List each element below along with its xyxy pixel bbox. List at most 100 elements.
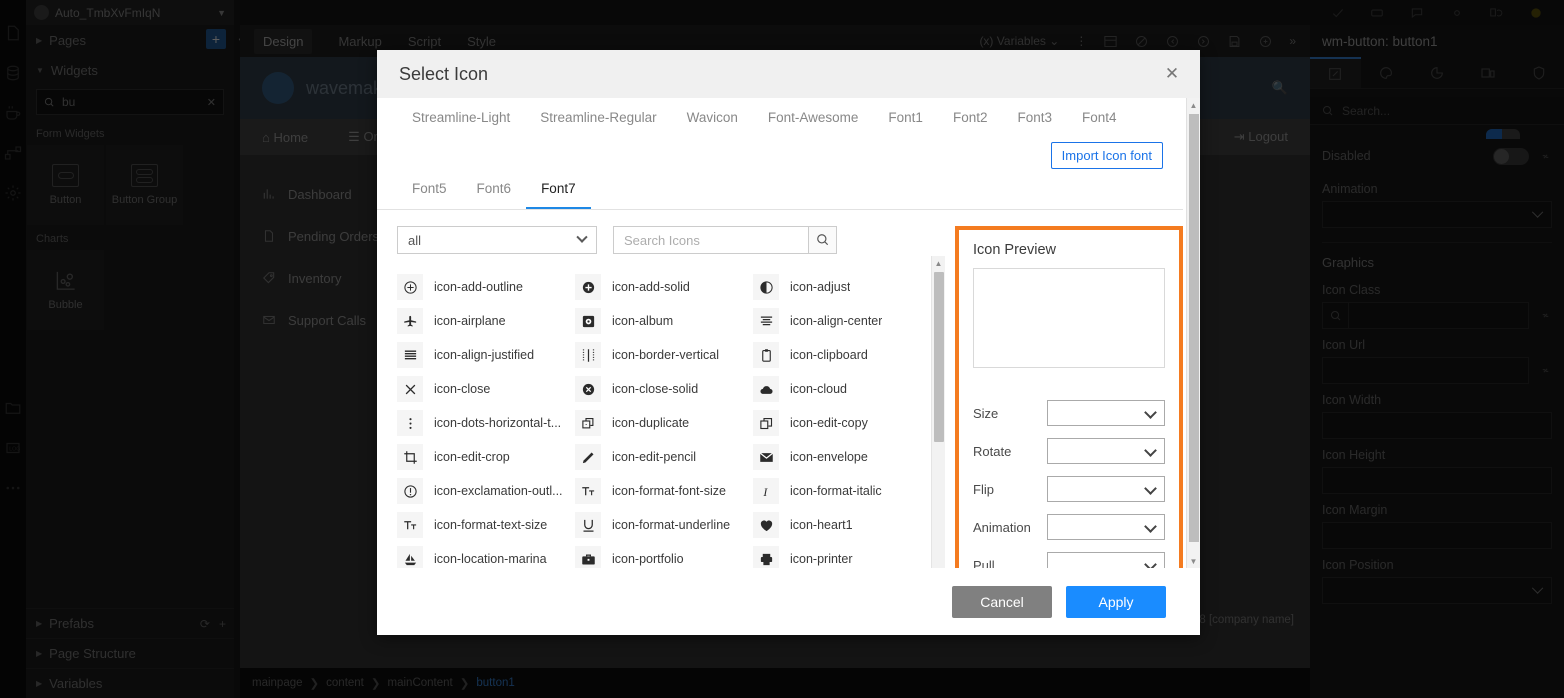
close-solid-icon <box>575 376 601 402</box>
animation-select[interactable] <box>1047 514 1165 540</box>
scrollbar-thumb[interactable] <box>1189 114 1199 542</box>
search-icons-input[interactable] <box>613 226 808 254</box>
format-underline-icon <box>575 512 601 538</box>
apply-button[interactable]: Apply <box>1066 586 1166 618</box>
icon-list-item[interactable]: icon-edit-copy <box>753 406 931 440</box>
icon-list-item[interactable]: icon-close <box>397 372 575 406</box>
icon-name-label: icon-border-vertical <box>612 348 719 362</box>
icon-name-label: icon-edit-crop <box>434 450 510 464</box>
close-icon[interactable]: ✕ <box>1162 64 1182 84</box>
icon-list-item[interactable]: icon-format-text-size <box>397 508 575 542</box>
icon-list-item[interactable]: icon-edit-pencil <box>575 440 753 474</box>
tab-wavicon[interactable]: Wavicon <box>672 98 753 136</box>
search-button[interactable] <box>808 226 837 254</box>
heart-icon <box>753 512 779 538</box>
category-filter-value: all <box>408 233 421 248</box>
cloud-icon <box>753 376 779 402</box>
icon-name-label: icon-location-marina <box>434 552 547 566</box>
field-label: Size <box>973 406 1047 421</box>
edit-crop-icon <box>397 444 423 470</box>
icon-list-item[interactable]: icon-dots-horizontal-t... <box>397 406 575 440</box>
icon-list-item[interactable]: icon-format-font-size <box>575 474 753 508</box>
scrollbar-thumb[interactable] <box>934 272 944 442</box>
format-italic-icon: I <box>753 478 779 504</box>
icon-list-item[interactable]: icon-edit-crop <box>397 440 575 474</box>
tab-font7[interactable]: Font7 <box>526 169 591 209</box>
icon-name-label: icon-format-underline <box>612 518 730 532</box>
scroll-down-arrow-icon[interactable]: ▼ <box>1187 554 1200 568</box>
search-icon <box>816 233 830 247</box>
icon-list-item[interactable]: icon-clipboard <box>753 338 931 372</box>
exclamation-icon <box>397 478 423 504</box>
border-vertical-icon <box>575 342 601 368</box>
pull-select[interactable] <box>1047 552 1165 568</box>
icon-list-item[interactable]: icon-border-vertical <box>575 338 753 372</box>
size-select[interactable] <box>1047 400 1165 426</box>
align-center-icon <box>753 308 779 334</box>
tab-streamline-regular[interactable]: Streamline-Regular <box>525 98 671 136</box>
icon-list-item[interactable]: icon-align-justified <box>397 338 575 372</box>
icon-name-label: icon-align-justified <box>434 348 534 362</box>
icon-list-item[interactable]: icon-album <box>575 304 753 338</box>
tab-streamline-light[interactable]: Streamline-Light <box>397 98 525 136</box>
icon-list-item[interactable]: icon-cloud <box>753 372 931 406</box>
icon-list-item[interactable]: icon-add-outline <box>397 270 575 304</box>
icon-grid-scrollbar[interactable]: ▲ ▼ <box>931 256 945 568</box>
icon-list-item[interactable]: icon-portfolio <box>575 542 753 568</box>
adjust-icon <box>753 274 779 300</box>
icon-name-label: icon-exclamation-outl... <box>434 484 563 498</box>
add-solid-icon <box>575 274 601 300</box>
icon-list-item[interactable]: icon-align-center <box>753 304 931 338</box>
icon-name-label: icon-portfolio <box>612 552 684 566</box>
icon-name-label: icon-edit-copy <box>790 416 868 430</box>
icon-list-item[interactable]: icon-airplane <box>397 304 575 338</box>
tab-font1[interactable]: Font1 <box>873 98 938 136</box>
add-outline-icon <box>397 274 423 300</box>
dialog-title: Select Icon <box>399 64 488 85</box>
scroll-up-arrow-icon[interactable]: ▲ <box>932 256 945 270</box>
icon-name-label: icon-airplane <box>434 314 506 328</box>
tab-font4[interactable]: Font4 <box>1067 98 1132 136</box>
align-justified-icon <box>397 342 423 368</box>
icon-list-item[interactable]: icon-envelope <box>753 440 931 474</box>
duplicate-icon <box>575 410 601 436</box>
category-filter-select[interactable]: all <box>397 226 597 254</box>
field-label: Rotate <box>973 444 1047 459</box>
icon-name-label: icon-add-solid <box>612 280 690 294</box>
icon-name-label: icon-album <box>612 314 673 328</box>
tab-font3[interactable]: Font3 <box>1002 98 1067 136</box>
icon-name-label: icon-format-font-size <box>612 484 726 498</box>
icon-list-item[interactable]: icon-adjust <box>753 270 931 304</box>
icon-grid: icon-add-outline icon-add-solid icon-adjus… <box>397 270 949 568</box>
clipboard-icon <box>753 342 779 368</box>
icon-list-item[interactable]: icon-add-solid <box>575 270 753 304</box>
scroll-up-arrow-icon[interactable]: ▲ <box>1187 98 1200 112</box>
icon-list-item[interactable]: Iicon-format-italic <box>753 474 931 508</box>
icon-name-label: icon-clipboard <box>790 348 868 362</box>
chevron-down-icon <box>576 232 587 243</box>
icon-list-item[interactable]: icon-exclamation-outl... <box>397 474 575 508</box>
icon-list-item[interactable]: icon-location-marina <box>397 542 575 568</box>
icon-list-item[interactable]: icon-heart1 <box>753 508 931 542</box>
import-icon-font-button[interactable]: Import Icon font <box>1051 142 1163 169</box>
flip-select[interactable] <box>1047 476 1165 502</box>
icon-name-label: icon-edit-pencil <box>612 450 696 464</box>
format-text-size-icon <box>397 512 423 538</box>
icon-list-item[interactable]: icon-close-solid <box>575 372 753 406</box>
icon-list-item[interactable]: icon-duplicate <box>575 406 753 440</box>
cancel-button[interactable]: Cancel <box>952 586 1052 618</box>
rotate-select[interactable] <box>1047 438 1165 464</box>
close-icon <box>397 376 423 402</box>
tab-font6[interactable]: Font6 <box>462 169 527 209</box>
icon-list-item[interactable]: icon-printer <box>753 542 931 568</box>
field-label: Animation <box>973 520 1047 535</box>
field-label: Pull <box>973 558 1047 569</box>
preview-field-flip: Flip <box>973 470 1165 508</box>
icon-list-item[interactable]: icon-format-underline <box>575 508 753 542</box>
tab-font-awesome[interactable]: Font-Awesome <box>753 98 874 136</box>
tab-font5[interactable]: Font5 <box>397 169 462 209</box>
dialog-scrollbar[interactable]: ▲ ▼ <box>1186 98 1200 568</box>
edit-copy-icon <box>753 410 779 436</box>
tab-font2[interactable]: Font2 <box>938 98 1003 136</box>
icon-name-label: icon-format-italic <box>790 484 882 498</box>
